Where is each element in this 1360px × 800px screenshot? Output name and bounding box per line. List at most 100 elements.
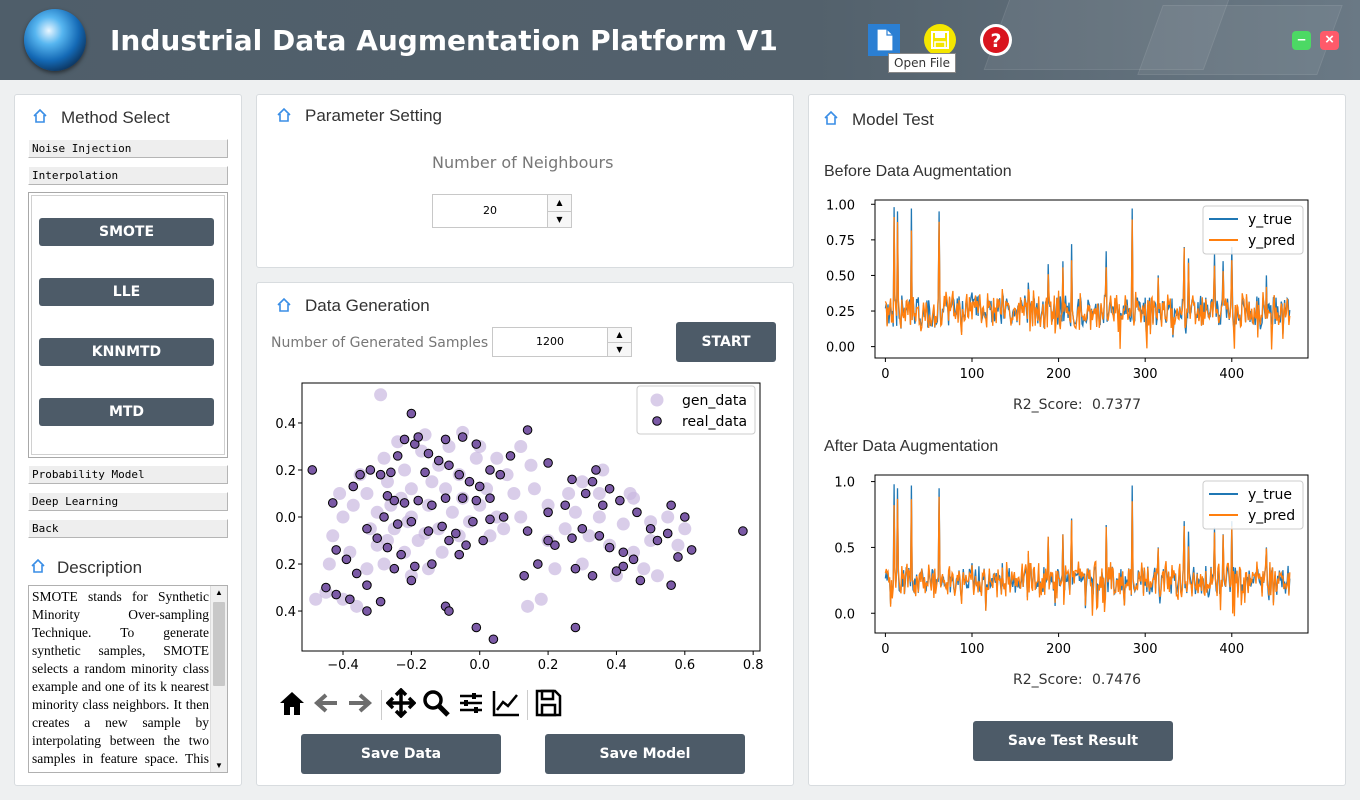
home-icon[interactable] (277, 688, 307, 718)
x-tick-label: 100 (960, 367, 985, 382)
legend-label-gen: gen_data (682, 393, 747, 409)
real-data-point (375, 596, 386, 607)
real-data-point (406, 516, 417, 527)
pan-icon[interactable] (386, 688, 416, 718)
spin-up-icon[interactable]: ▲ (607, 328, 631, 342)
after-augmentation-chart: 0 100 200 300 400 0.0 0.5 1.0 y_true y_pred (834, 474, 1309, 657)
real-data-point (464, 476, 475, 487)
real-data-point (420, 467, 430, 478)
x-tick-label: 0.0 (469, 658, 490, 673)
real-data-point (666, 500, 676, 511)
generated-samples-spinbox[interactable]: 1200 ▲ ▼ (492, 327, 632, 357)
y-tick-label: 1.00 (826, 198, 855, 213)
real-data-point (533, 559, 543, 569)
gen-data-point (507, 486, 521, 500)
real-data-point (618, 561, 629, 572)
real-data-point (362, 523, 372, 534)
real-data-point (327, 498, 338, 508)
description-scrollbar[interactable]: ▲ ▼ (210, 586, 227, 772)
x-tick-label: 0.6 (674, 658, 695, 673)
gen-data-point (398, 463, 412, 477)
scroll-up-arrow-icon[interactable]: ▲ (215, 588, 223, 597)
description-title: Description (57, 558, 143, 577)
toolbox-section-interpolation[interactable]: Interpolation (28, 166, 228, 185)
edit-axis-icon[interactable] (491, 688, 521, 718)
description-box[interactable]: SMOTE stands for Synthetic Minority Over… (28, 585, 228, 773)
real-data-point (399, 498, 410, 508)
real-data-point (471, 495, 482, 506)
toolbox-section-probability-model[interactable]: Probability Model (28, 465, 228, 484)
gen-data-point (425, 475, 439, 489)
gen-data-point (592, 486, 606, 500)
forward-arrow-icon[interactable] (345, 688, 375, 718)
neighbours-spinbox[interactable]: 20 ▲ ▼ (432, 194, 572, 228)
real-data-point (386, 467, 396, 478)
real-data-point (392, 451, 403, 461)
real-data-point (567, 533, 577, 543)
real-data-point (543, 535, 553, 546)
spin-down-icon[interactable]: ▼ (547, 211, 571, 227)
toolbox-section-noise-injection[interactable]: Noise Injection (28, 139, 228, 158)
save-icon[interactable] (924, 24, 956, 56)
scatter-plot: −0.4 −0.2 0.0 0.2 0.4 0.6 0.8 0.4 0.2 0.0 0.2 0.4 ge… (275, 382, 764, 673)
spin-up-icon[interactable]: ▲ (547, 195, 571, 211)
zoom-icon[interactable] (421, 688, 451, 718)
real-data-point (485, 493, 495, 503)
gen-data-point (404, 482, 418, 496)
home-icon (31, 558, 45, 573)
real-data-point (399, 434, 410, 445)
scroll-down-arrow-icon[interactable]: ▼ (215, 761, 223, 770)
minimize-button[interactable]: – (1292, 31, 1311, 50)
save-data-button[interactable]: Save Data (301, 734, 501, 774)
scrollbar-thumb[interactable] (213, 602, 225, 686)
save-model-button[interactable]: Save Model (545, 734, 745, 774)
smote-button[interactable]: SMOTE (39, 218, 214, 246)
real-data-point (632, 507, 642, 518)
toolbox-section-deep-learning[interactable]: Deep Learning (28, 492, 228, 511)
toolbox-section-back[interactable]: Back (28, 519, 228, 538)
gen-data-point (309, 592, 323, 606)
model-test-title: Model Test (852, 110, 934, 129)
real-data-point (427, 559, 437, 569)
gen-data-point (592, 510, 606, 524)
real-data-point (396, 549, 406, 560)
real-data-point (451, 528, 461, 539)
neighbours-value[interactable]: 20 (433, 195, 547, 227)
file-icon[interactable] (868, 24, 900, 56)
mtd-button[interactable]: MTD (39, 398, 214, 426)
gen-data-point (360, 562, 374, 576)
y-tick-label: 0.4 (275, 417, 296, 432)
start-button[interactable]: START (676, 322, 776, 362)
real-data-point (673, 552, 683, 562)
real-data-point (454, 469, 465, 480)
save-figure-icon[interactable] (533, 688, 563, 718)
real-data-point (587, 570, 598, 581)
back-arrow-icon[interactable] (311, 688, 341, 718)
real-data-point (567, 474, 577, 485)
real-data-point (351, 568, 362, 579)
real-data-point (522, 526, 533, 536)
real-data-point (444, 535, 454, 546)
x-tick-label: 0.2 (538, 658, 559, 673)
real-data-point (580, 488, 591, 499)
legend-marker-gen (650, 393, 664, 407)
real-data-point (519, 570, 529, 581)
real-data-point (577, 523, 588, 534)
generated-samples-value[interactable]: 1200 (493, 328, 607, 356)
x-tick-label: 300 (1133, 367, 1158, 382)
real-data-point (406, 575, 417, 586)
real-data-point (618, 547, 629, 558)
save-test-result-button[interactable]: Save Test Result (973, 721, 1173, 761)
help-icon[interactable]: ? (980, 24, 1012, 56)
gen-data-point (661, 510, 675, 524)
knnmtd-button[interactable]: KNNMTD (39, 338, 214, 366)
lle-button[interactable]: LLE (39, 278, 214, 306)
close-button[interactable]: × (1320, 31, 1339, 50)
configure-subplots-icon[interactable] (456, 688, 486, 718)
spin-down-icon[interactable]: ▼ (607, 342, 631, 356)
before-augmentation-title: Before Data Augmentation (824, 163, 1012, 180)
gen-data-point (490, 451, 504, 465)
gen-data-point (548, 562, 562, 576)
real-data-point (409, 561, 420, 572)
gen-data-point (637, 562, 651, 576)
